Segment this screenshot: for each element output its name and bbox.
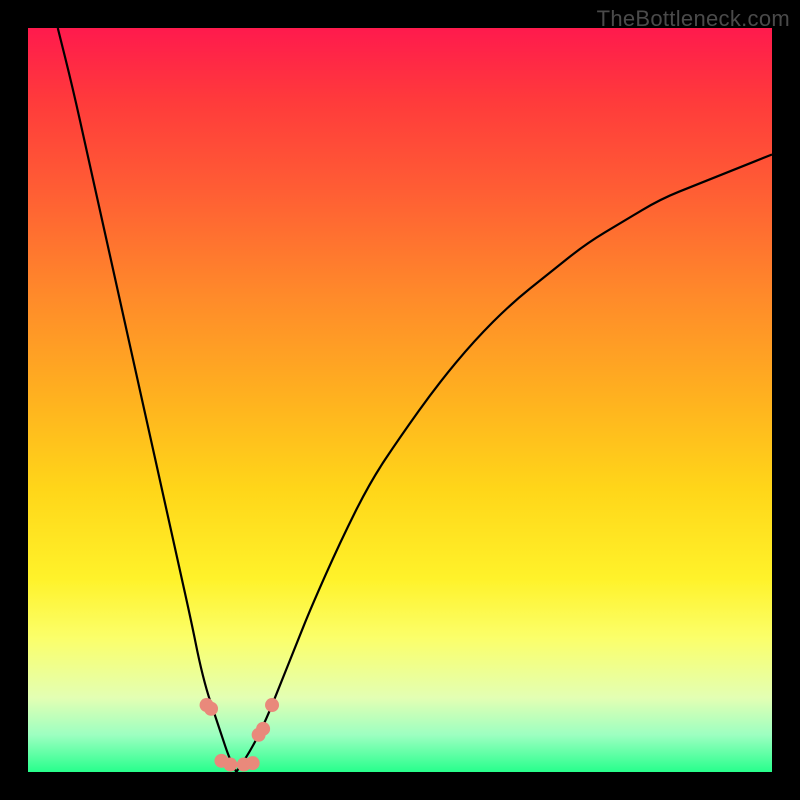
marker-dot [256, 722, 270, 736]
marker-dot [265, 698, 279, 712]
curve-group [58, 28, 772, 772]
marker-dot [246, 756, 260, 770]
marker-group [200, 698, 279, 772]
marker-dot [204, 702, 218, 716]
plot-area [28, 28, 772, 772]
curve-left-branch [58, 28, 237, 772]
plot-svg [28, 28, 772, 772]
curve-right-branch [236, 154, 772, 772]
marker-dot [223, 758, 237, 772]
chart-frame: TheBottleneck.com [0, 0, 800, 800]
